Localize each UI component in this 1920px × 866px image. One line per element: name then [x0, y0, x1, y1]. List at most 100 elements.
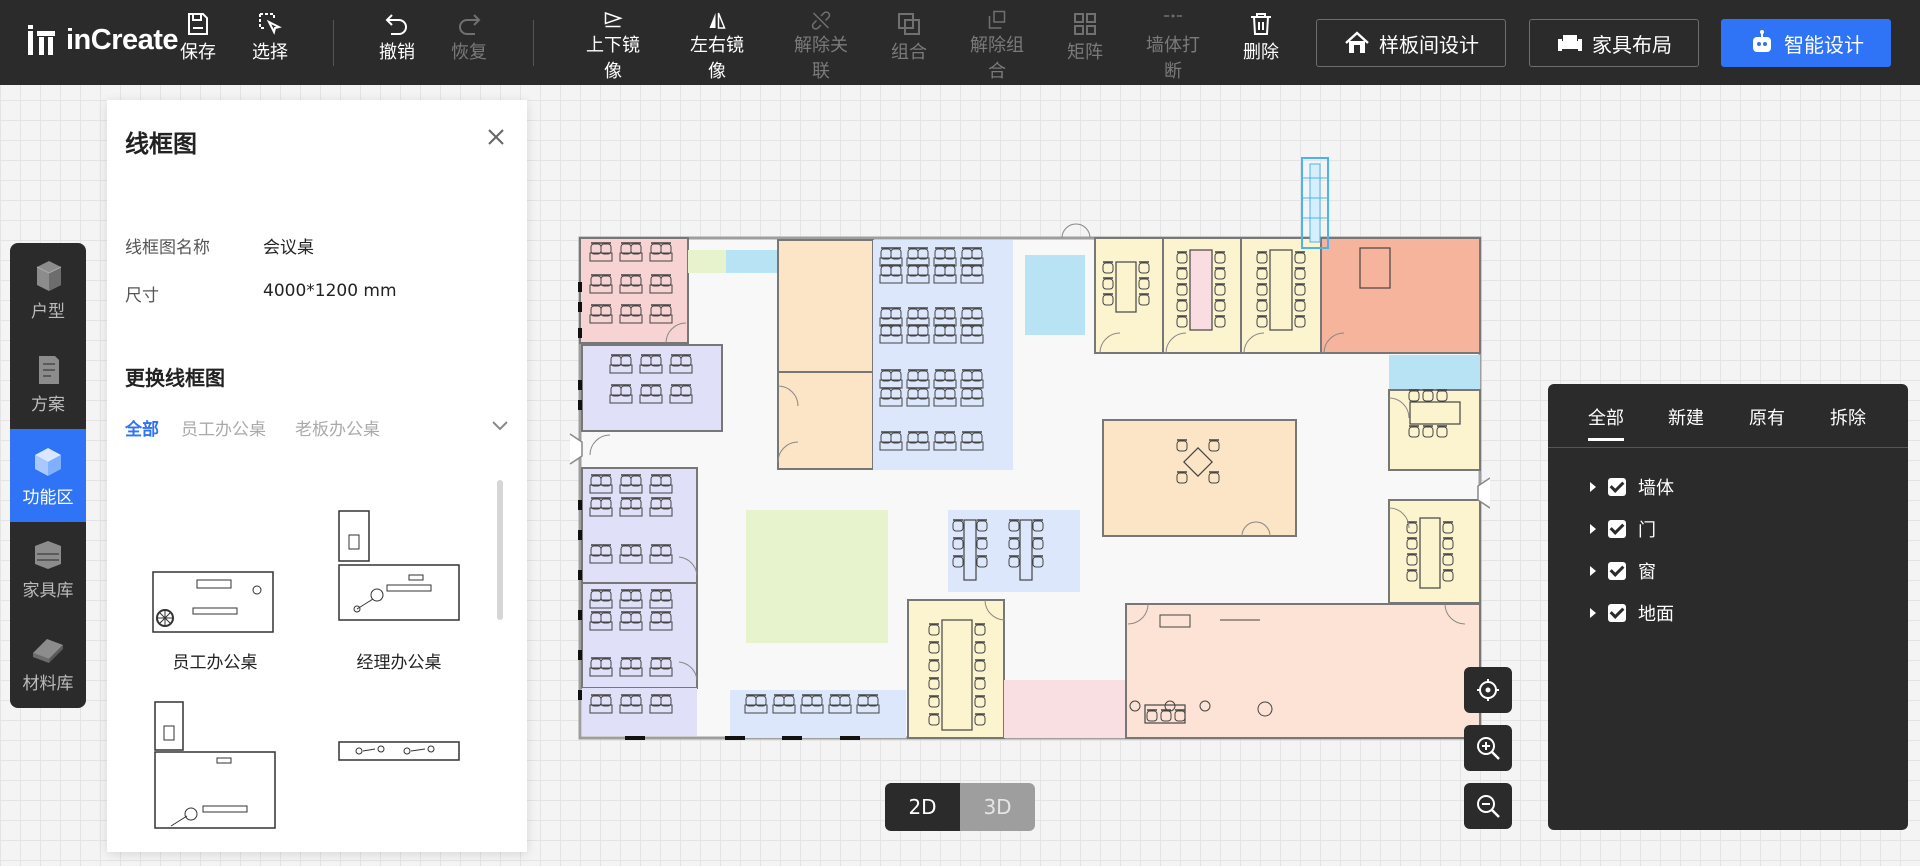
- matrix-icon: [1074, 13, 1096, 35]
- floorplan-canvas[interactable]: [560, 150, 1490, 750]
- filter-tab-all[interactable]: 全部: [125, 415, 159, 440]
- wireframe-name-label: 线框图名称: [125, 238, 210, 258]
- top-toolbar: inCreate 保存 选择 撤销 恢复 上下镜像 左右镜像 解除关联 组合 解…: [0, 0, 1920, 85]
- staff-desk-icon: [152, 571, 274, 633]
- robot-icon: [1753, 30, 1771, 52]
- wireframe-card-bench-desk[interactable]: [319, 740, 479, 808]
- wireframe-card-manager-desk[interactable]: 经理办公桌: [319, 505, 479, 673]
- ungroup-icon: [988, 10, 1006, 29]
- flip-vertical-icon: [604, 11, 623, 28]
- nav-item-house-type[interactable]: 户型: [10, 243, 86, 336]
- layer-row-wall[interactable]: 墙体: [1590, 474, 1674, 500]
- view-2d-button[interactable]: 2D: [885, 783, 960, 831]
- wireframe-card-staff-desk[interactable]: 员工办公桌: [135, 520, 295, 673]
- size-label: 尺寸: [125, 286, 159, 306]
- selected-conference-table[interactable]: [1301, 157, 1329, 249]
- wall-break-button[interactable]: 墙体打断: [1138, 10, 1208, 85]
- nav-item-material-library[interactable]: 材料库: [10, 615, 86, 708]
- redo-button[interactable]: 恢复: [434, 10, 504, 85]
- wireframe-panel: 线框图 线框图名称 会议桌 尺寸 4000*1200 mm 更换线框图 全部 员…: [107, 100, 527, 852]
- zoom-in-button[interactable]: [1464, 725, 1512, 771]
- panel-title: 线框图: [125, 130, 197, 158]
- plan-icon: [39, 356, 59, 384]
- undo-button[interactable]: 撤销: [362, 10, 432, 85]
- caret-right-icon[interactable]: [1590, 482, 1596, 492]
- checkbox-checked-icon[interactable]: [1608, 604, 1626, 622]
- furniture-library-icon: [35, 541, 61, 569]
- checkbox-checked-icon[interactable]: [1608, 478, 1626, 496]
- room-orange-upper[interactable]: [777, 239, 874, 373]
- room-meeting-center[interactable]: [1102, 419, 1297, 537]
- select-button[interactable]: 选择: [235, 10, 305, 85]
- flip-vertical-button[interactable]: 上下镜像: [578, 10, 648, 85]
- room-purple-top[interactable]: [581, 344, 723, 432]
- trash-icon: [1251, 13, 1271, 35]
- layer-row-window[interactable]: 窗: [1590, 558, 1656, 584]
- unlink-icon: [811, 11, 831, 30]
- layer-tab-all[interactable]: 全部: [1588, 404, 1624, 441]
- layer-row-floor[interactable]: 地面: [1590, 600, 1674, 626]
- sofa-icon: [1558, 35, 1582, 51]
- ungroup-button[interactable]: 解除组合: [962, 10, 1032, 85]
- layer-panel: 全部 新建 原有 拆除 墙体 门 窗 地面: [1548, 384, 1908, 830]
- panel-scrollbar[interactable]: [497, 480, 503, 620]
- zoom-in-icon: [1477, 737, 1500, 760]
- room-cyan-small[interactable]: [726, 250, 778, 273]
- nav-item-function-zone[interactable]: 功能区: [10, 429, 86, 522]
- logo-text: inCreate: [66, 24, 179, 56]
- layer-tab-new[interactable]: 新建: [1668, 404, 1704, 430]
- wireframe-card-executive-desk[interactable]: [135, 700, 295, 848]
- size-value: 4000*1200 mm: [263, 281, 397, 301]
- bench-desk-icon: [338, 741, 460, 761]
- function-zone-icon: [35, 448, 61, 476]
- redo-icon: [459, 14, 481, 35]
- checkbox-checked-icon[interactable]: [1608, 520, 1626, 538]
- unlink-button[interactable]: 解除关联: [786, 10, 856, 85]
- room-purple-low[interactable]: [581, 582, 698, 689]
- filter-tab-boss-desk[interactable]: 老板办公桌: [295, 415, 380, 440]
- layer-tab-existing[interactable]: 原有: [1749, 404, 1785, 430]
- toolbar-separator: [333, 20, 334, 66]
- checkbox-checked-icon[interactable]: [1608, 562, 1626, 580]
- smart-design-button[interactable]: 智能设计: [1721, 19, 1891, 67]
- room-cyan-block[interactable]: [1025, 255, 1085, 335]
- delete-button[interactable]: 删除: [1226, 10, 1296, 85]
- room-pink-bottom[interactable]: [1004, 680, 1126, 738]
- room-salmon[interactable]: [1320, 237, 1481, 354]
- select-icon: [259, 13, 282, 35]
- house-type-icon: [36, 261, 62, 291]
- nav-item-furniture-library[interactable]: 家具库: [10, 522, 86, 615]
- caret-right-icon[interactable]: [1590, 566, 1596, 576]
- room-orange-lower[interactable]: [777, 371, 874, 470]
- view-3d-button[interactable]: 3D: [960, 783, 1035, 831]
- furniture-layout-button[interactable]: 家具布局: [1529, 19, 1699, 67]
- locate-button[interactable]: [1464, 667, 1512, 713]
- executive-desk-icon: [154, 701, 276, 829]
- save-icon: [188, 13, 208, 35]
- flip-horizontal-button[interactable]: 左右镜像: [682, 10, 752, 85]
- wireframe-name-value: 会议桌: [263, 238, 314, 258]
- caret-right-icon[interactable]: [1590, 608, 1596, 618]
- caret-right-icon[interactable]: [1590, 524, 1596, 534]
- room-cyan-right[interactable]: [1389, 355, 1480, 390]
- group-button[interactable]: 组合: [874, 10, 944, 85]
- layer-tab-demolish[interactable]: 拆除: [1830, 404, 1866, 430]
- showroom-design-button[interactable]: 样板间设计: [1316, 19, 1506, 67]
- nav-item-plan[interactable]: 方案: [10, 336, 86, 429]
- matrix-button[interactable]: 矩阵: [1050, 10, 1120, 85]
- room-peach-bottom[interactable]: [1125, 603, 1481, 739]
- filter-tab-staff-desk[interactable]: 员工办公桌: [181, 415, 266, 440]
- replace-wireframe-title: 更换线框图: [125, 366, 225, 390]
- room-green-small[interactable]: [688, 250, 726, 273]
- wall-break-icon: [1164, 14, 1182, 18]
- room-green-big[interactable]: [746, 510, 888, 643]
- app-logo[interactable]: inCreate: [28, 24, 179, 57]
- layer-row-door[interactable]: 门: [1590, 516, 1656, 542]
- zoom-out-button[interactable]: [1464, 783, 1512, 829]
- group-icon: [898, 13, 920, 35]
- save-button[interactable]: 保存: [163, 10, 233, 85]
- room-yellow-bottom[interactable]: [907, 599, 1005, 739]
- logo-icon: [28, 24, 60, 57]
- chevron-down-icon[interactable]: [489, 414, 511, 436]
- close-icon[interactable]: [483, 124, 509, 150]
